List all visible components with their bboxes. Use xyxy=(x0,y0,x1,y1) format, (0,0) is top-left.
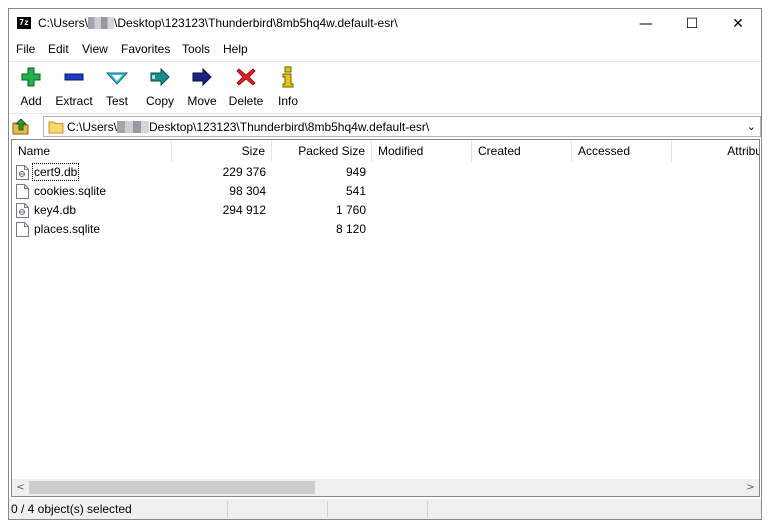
scroll-right-icon[interactable]: > xyxy=(742,479,759,496)
menu-file[interactable]: File xyxy=(16,42,35,56)
redacted-username xyxy=(88,17,115,29)
file-name: cert9.db xyxy=(31,163,80,181)
folder-up-icon[interactable] xyxy=(12,117,30,135)
scroll-left-icon[interactable]: < xyxy=(12,479,29,496)
file-packed-size: 8 120 xyxy=(335,222,366,236)
file-packed-size: 541 xyxy=(345,184,366,198)
plus-icon xyxy=(21,67,41,87)
menu-view[interactable]: View xyxy=(82,42,108,56)
add-button[interactable]: Add xyxy=(13,66,49,110)
toolbar: Add Extract Test Copy Move Delete Info xyxy=(9,61,761,112)
delete-button[interactable]: Delete xyxy=(227,66,265,110)
table-row[interactable]: places.sqlite 8 120 xyxy=(12,220,759,239)
file-name: key4.db xyxy=(34,203,77,217)
file-list[interactable]: Name Size Packed Size Modified Created A… xyxy=(11,139,760,497)
minimize-button[interactable]: — xyxy=(623,9,669,39)
horizontal-scrollbar[interactable]: < > xyxy=(12,479,759,496)
column-packed-size[interactable]: Packed Size xyxy=(272,140,372,162)
table-row[interactable]: cookies.sqlite 98 304 541 xyxy=(12,182,759,201)
file-packed-size: 1 760 xyxy=(335,203,366,217)
column-size[interactable]: Size xyxy=(172,140,272,162)
status-divider xyxy=(427,501,428,517)
file-size: 98 304 xyxy=(229,184,266,198)
menu-help[interactable]: Help xyxy=(223,42,248,56)
file-size xyxy=(172,220,266,239)
status-bar: 0 / 4 object(s) selected xyxy=(9,499,761,519)
info-label: Info xyxy=(277,94,298,108)
title-prefix: C:\Users\ xyxy=(38,16,89,30)
file-name: cookies.sqlite xyxy=(34,184,107,198)
column-name[interactable]: Name xyxy=(12,140,172,162)
maximize-button[interactable]: ☐ xyxy=(669,9,715,39)
menu-tools[interactable]: Tools xyxy=(182,42,210,56)
path-suffix: Desktop\123123\Thunderbird\8mb5hq4w.defa… xyxy=(149,120,430,134)
file-packed-size: 949 xyxy=(345,165,366,179)
minus-icon xyxy=(64,73,84,81)
menu-favorites[interactable]: Favorites xyxy=(121,42,170,56)
window-title: C:\Users\ \Desktop\123123\Thunderbird\8mb… xyxy=(38,16,398,30)
title-suffix: \Desktop\123123\Thunderbird\8mb5hq4w.def… xyxy=(114,16,398,30)
menu-bar: File Edit View Favorites Tools Help xyxy=(9,40,761,60)
table-row[interactable]: cert9.db 229 376 949 xyxy=(12,163,759,182)
check-icon xyxy=(106,72,128,85)
add-label: Add xyxy=(20,94,42,108)
path-prefix: C:\Users\ xyxy=(67,120,118,134)
file-icon xyxy=(16,184,29,199)
copy-button[interactable]: Copy xyxy=(143,66,177,110)
db-file-icon xyxy=(16,165,29,180)
close-button[interactable]: ✕ xyxy=(715,9,761,39)
copy-arrow-icon xyxy=(150,67,170,87)
file-icon xyxy=(16,222,29,237)
minimize-icon: — xyxy=(639,16,653,32)
scrollbar-thumb[interactable] xyxy=(29,481,315,494)
column-accessed[interactable]: Accessed xyxy=(572,140,672,162)
copy-label: Copy xyxy=(145,94,174,108)
info-icon xyxy=(282,66,294,88)
column-header: Name Size Packed Size Modified Created A… xyxy=(12,140,759,162)
info-button[interactable]: Info xyxy=(275,66,301,110)
app-window: 7z C:\Users\ \Desktop\123123\Thunderbird\… xyxy=(8,8,762,520)
column-created[interactable]: Created xyxy=(472,140,572,162)
address-bar: C:\Users\ Desktop\123123\Thunderbird\8mb5… xyxy=(9,113,761,138)
file-name: places.sqlite xyxy=(34,222,101,236)
redacted-username xyxy=(117,121,150,133)
path-text: C:\Users\ Desktop\123123\Thunderbird\8mb5… xyxy=(67,120,429,134)
column-attributes[interactable]: Attribute xyxy=(672,140,759,162)
file-size: 294 912 xyxy=(222,203,266,217)
title-bar[interactable]: 7z C:\Users\ \Desktop\123123\Thunderbird\… xyxy=(9,9,761,39)
test-button[interactable]: Test xyxy=(101,66,133,110)
table-row[interactable]: key4.db 294 912 1 760 xyxy=(12,201,759,220)
path-input[interactable]: C:\Users\ Desktop\123123\Thunderbird\8mb5… xyxy=(43,116,761,137)
folder-icon xyxy=(48,121,64,134)
menu-edit[interactable]: Edit xyxy=(48,42,69,56)
app-logo-icon: 7z xyxy=(17,17,31,29)
column-modified[interactable]: Modified xyxy=(372,140,472,162)
delete-label: Delete xyxy=(228,94,264,108)
move-button[interactable]: Move xyxy=(185,66,219,110)
db-file-icon xyxy=(16,203,29,218)
close-icon: ✕ xyxy=(732,16,744,32)
test-label: Test xyxy=(105,94,128,108)
extract-label: Extract xyxy=(55,94,93,108)
selection-status: 0 / 4 object(s) selected xyxy=(11,502,132,516)
file-size: 229 376 xyxy=(222,165,266,179)
move-arrow-icon xyxy=(192,67,212,87)
maximize-icon: ☐ xyxy=(685,16,699,32)
status-divider xyxy=(227,501,228,517)
move-label: Move xyxy=(187,94,217,108)
chevron-down-icon[interactable]: ⌄ xyxy=(747,120,756,133)
x-icon xyxy=(236,68,256,86)
status-divider xyxy=(327,501,328,517)
extract-button[interactable]: Extract xyxy=(51,66,97,110)
